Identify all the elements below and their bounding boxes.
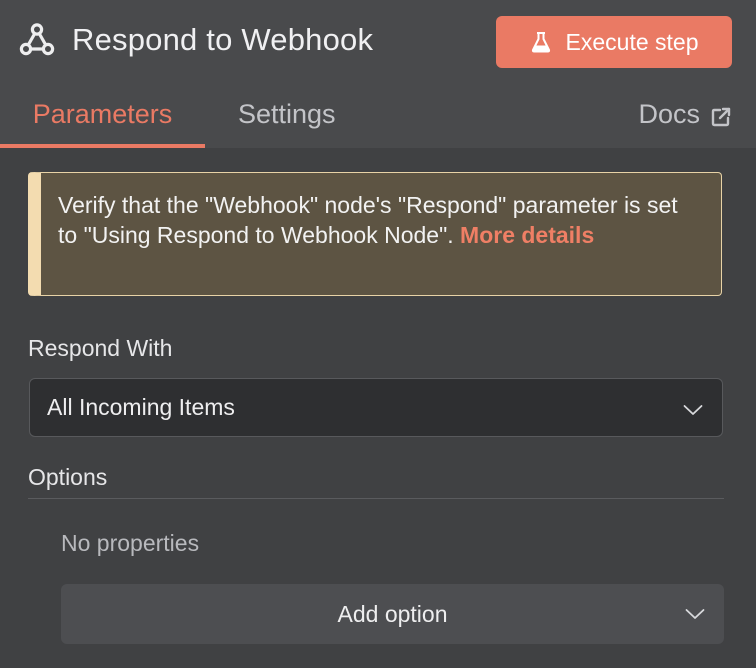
node-title: Respond to Webhook [72,22,374,57]
execute-step-button[interactable]: Execute step [496,16,732,68]
tab-bar: Parameters Settings Docs [0,90,756,148]
active-tab-indicator [0,144,205,148]
docs-link-label: Docs [638,99,700,129]
webhook-config-notice: Verify that the "Webhook" node's "Respon… [28,172,722,296]
node-header: Respond to Webhook Execute step Paramete… [0,0,756,148]
options-label: Options [28,464,108,490]
flask-icon [530,31,552,53]
options-divider [28,498,724,499]
tab-parameters[interactable]: Parameters [0,90,205,148]
respond-with-select[interactable]: All Incoming Items [29,378,723,437]
tab-parameters-label: Parameters [32,99,173,129]
respond-with-label: Respond With [28,335,173,361]
respond-with-value: All Incoming Items [47,394,235,420]
execute-step-label: Execute step [565,28,699,55]
tab-settings-label: Settings [238,99,336,129]
webhook-icon [18,21,56,59]
add-option-label: Add option [337,600,448,627]
external-link-icon [710,106,732,128]
title-row: Respond to Webhook [18,18,373,62]
docs-link[interactable]: Docs [638,90,732,148]
more-details-link[interactable]: More details [460,222,594,248]
add-option-button[interactable]: Add option [61,584,724,644]
tab-settings[interactable]: Settings [238,90,336,148]
chevron-down-icon [684,603,706,625]
chevron-down-icon [682,399,704,421]
no-properties-text: No properties [61,530,200,556]
